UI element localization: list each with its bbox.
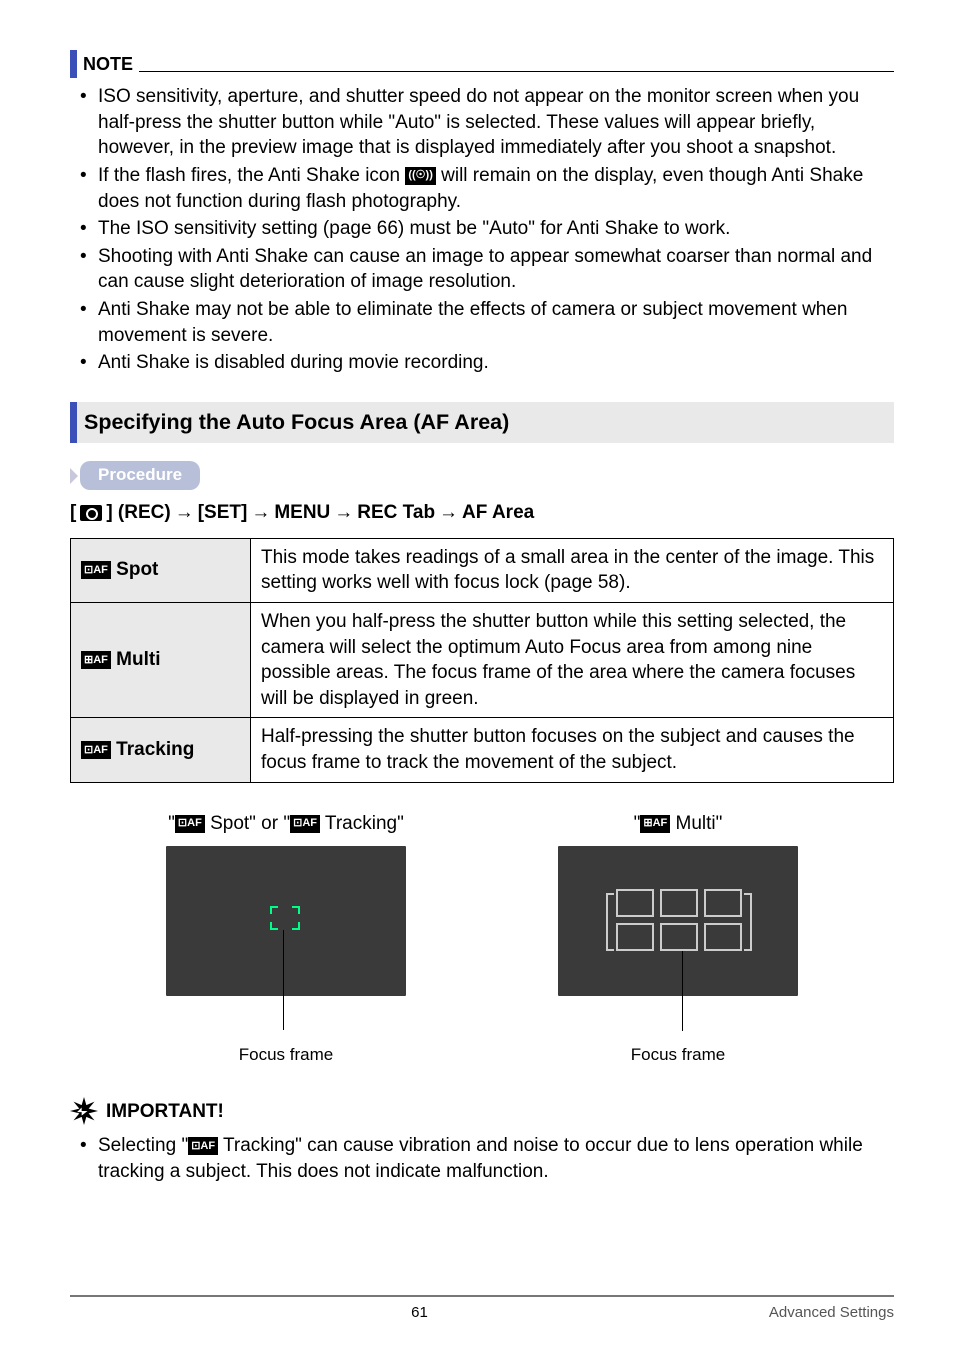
label-tracking: Tracking"	[320, 813, 404, 834]
page-number: 61	[70, 1303, 769, 1323]
table-row: ⊡AF Tracking Half-pressing the shutter b…	[71, 718, 894, 782]
path-afarea: AF Area	[462, 500, 534, 526]
grid-side-right	[744, 893, 752, 951]
note-header: NOTE	[70, 50, 894, 78]
arrow-icon: →	[251, 500, 270, 526]
multi-af-icon: ⊞AF	[81, 651, 111, 669]
note-bullet-list: •ISO sensitivity, aperture, and shutter …	[70, 84, 894, 376]
table-mode-cell: ⊞AF Multi	[71, 602, 251, 718]
table-desc-cell: Half-pressing the shutter button focuses…	[251, 718, 894, 782]
note-bullet-text: Anti Shake is disabled during movie reco…	[98, 350, 489, 376]
table-row: ⊡AF Spot This mode takes readings of a s…	[71, 538, 894, 602]
note-block: NOTE •ISO sensitivity, aperture, and shu…	[70, 50, 894, 376]
path-bracket: [	[70, 500, 76, 526]
table-mode-cell: ⊡AF Tracking	[71, 718, 251, 782]
table-desc-cell: When you half-press the shutter button w…	[251, 602, 894, 718]
note-bullet-text: The ISO sensitivity setting (page 66) mu…	[98, 216, 730, 242]
tracking-af-icon: ⊡AF	[81, 741, 111, 759]
label-multi: Multi"	[670, 813, 722, 834]
note-bullet: • If the flash fires, the Anti Shake ico…	[80, 163, 894, 214]
procedure-arrow-icon	[70, 468, 78, 484]
focus-grid	[616, 889, 742, 951]
arrow-icon: →	[175, 500, 194, 526]
arrow-icon: →	[334, 500, 353, 526]
label-spot: Spot" or "	[205, 813, 290, 834]
section-heading-text: Specifying the Auto Focus Area (AF Area)	[84, 410, 509, 434]
pointer-line	[682, 951, 683, 1031]
note-bullet-text: If the flash fires, the Anti Shake icon …	[98, 163, 894, 214]
focus-frame-caption: Focus frame	[492, 1044, 864, 1067]
quote: "	[168, 813, 175, 834]
footer-rule	[70, 1295, 894, 1297]
procedure-path: [ ] (REC) → [SET] → MENU → REC Tab → AF A…	[70, 500, 894, 526]
antishake-icon: ((☉))	[405, 167, 436, 185]
pointer-line	[283, 930, 284, 1030]
note-accent-bar	[70, 50, 77, 78]
footer-section: Advanced Settings	[769, 1303, 894, 1323]
quote: "	[634, 813, 641, 834]
important-bullet: • Selecting "⊡AF Tracking" can cause vib…	[80, 1133, 894, 1184]
path-rec: ] (REC)	[106, 500, 170, 526]
note-bullet-text: ISO sensitivity, aperture, and shutter s…	[98, 84, 894, 161]
note-bullet: •ISO sensitivity, aperture, and shutter …	[80, 84, 894, 161]
note-bullet: •The ISO sensitivity setting (page 66) m…	[80, 216, 894, 242]
path-menu: MENU	[274, 500, 330, 526]
footer-row: 61 Advanced Settings	[70, 1303, 894, 1323]
preview-screen-left	[166, 846, 406, 996]
burst-icon	[70, 1097, 98, 1125]
procedure-row: Procedure	[70, 461, 894, 490]
grid-side-left	[606, 893, 614, 951]
spot-af-icon: ⊡AF	[81, 561, 111, 579]
important-bullet-list: • Selecting "⊡AF Tracking" can cause vib…	[70, 1133, 894, 1184]
arrow-icon: →	[439, 500, 458, 526]
page-footer: 61 Advanced Settings	[0, 1295, 954, 1323]
preview-spot-tracking: "⊡AF Spot" or "⊡AF Tracking" Focus frame	[100, 811, 472, 1068]
section-heading: Specifying the Auto Focus Area (AF Area)	[70, 402, 894, 443]
procedure-label: Procedure	[98, 465, 182, 484]
important-row: IMPORTANT!	[70, 1097, 894, 1125]
note-label: NOTE	[83, 52, 133, 76]
table-mode-name: Multi	[116, 649, 160, 670]
table-desc-cell: This mode takes readings of a small area…	[251, 538, 894, 602]
spot-af-icon: ⊡AF	[175, 815, 205, 833]
table-mode-cell: ⊡AF Spot	[71, 538, 251, 602]
camera-icon	[80, 505, 102, 521]
note-rule	[139, 71, 894, 72]
table-mode-name: Tracking	[116, 739, 194, 760]
path-rectab: REC Tab	[357, 500, 435, 526]
preview-multi: "⊞AF Multi" Focus frame	[492, 811, 864, 1068]
focus-frame-corners	[270, 906, 300, 930]
important-label: IMPORTANT!	[106, 1099, 224, 1125]
preview-row: "⊡AF Spot" or "⊡AF Tracking" Focus frame…	[100, 811, 864, 1068]
preview-label-left: "⊡AF Spot" or "⊡AF Tracking"	[100, 811, 472, 837]
focus-frame-caption: Focus frame	[100, 1044, 472, 1067]
note-bullet-text: Shooting with Anti Shake can cause an im…	[98, 244, 894, 295]
af-area-table: ⊡AF Spot This mode takes readings of a s…	[70, 538, 894, 783]
important-pre: Selecting "	[98, 1135, 188, 1156]
note-bullet-text: Anti Shake may not be able to eliminate …	[98, 297, 894, 348]
preview-screen-right	[558, 846, 798, 996]
tracking-af-icon: ⊡AF	[188, 1137, 218, 1155]
table-row: ⊞AF Multi When you half-press the shutte…	[71, 602, 894, 718]
multi-af-icon: ⊞AF	[640, 815, 670, 833]
important-text: Selecting "⊡AF Tracking" can cause vibra…	[98, 1133, 894, 1184]
procedure-pill: Procedure	[80, 461, 200, 490]
preview-label-right: "⊞AF Multi"	[492, 811, 864, 837]
path-set: [SET]	[198, 500, 248, 526]
note-bullet: •Anti Shake is disabled during movie rec…	[80, 350, 894, 376]
tracking-af-icon: ⊡AF	[290, 815, 320, 833]
note-bullet: •Anti Shake may not be able to eliminate…	[80, 297, 894, 348]
table-mode-name: Spot	[116, 559, 158, 580]
note-bullet: •Shooting with Anti Shake can cause an i…	[80, 244, 894, 295]
